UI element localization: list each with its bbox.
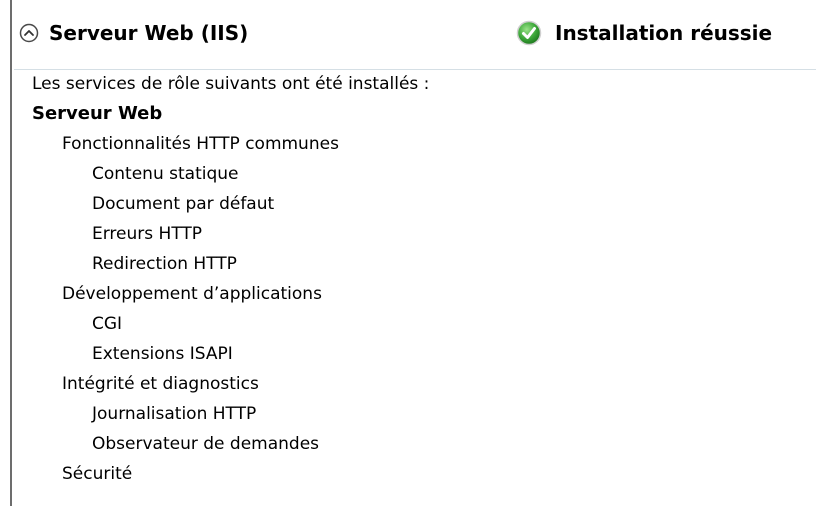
list-item-securite: Sécurité [62,464,133,484]
section-title: Serveur Web (IIS) [49,21,249,45]
list-item-cgi: CGI [92,314,123,334]
list-item-journalisation-http: Journalisation HTTP [92,404,257,424]
list-item-integrite-diagnostics: Intégrité et diagnostics [62,374,259,394]
chevron-up-circle-icon[interactable] [19,23,39,43]
section-header: Serveur Web (IIS) Installation réussie [14,0,816,70]
left-border-line [10,0,12,506]
list-item-erreurs-http: Erreurs HTTP [92,224,203,244]
installation-results-panel: Serveur Web (IIS) Installation réussie L… [0,0,816,506]
list-item-document-par-defaut: Document par défaut [92,194,275,214]
list-item-observateur-demandes: Observateur de demandes [92,434,320,454]
status-text: Installation réussie [555,21,773,45]
list-item-developpement-applications: Développement d’applications [62,284,322,304]
role-services-list: Les services de rôle suivants ont été in… [32,69,802,489]
green-checkmark-circle-icon [516,20,542,46]
list-item-contenu-statique: Contenu statique [92,164,239,184]
list-item-extensions-isapi: Extensions ISAPI [92,344,233,364]
list-item-serveur-web: Serveur Web [32,103,163,124]
list-item-redirection-http: Redirection HTTP [92,254,237,274]
intro-text: Les services de rôle suivants ont été in… [32,74,430,94]
list-item-fonctionnalites-http: Fonctionnalités HTTP communes [62,134,339,154]
